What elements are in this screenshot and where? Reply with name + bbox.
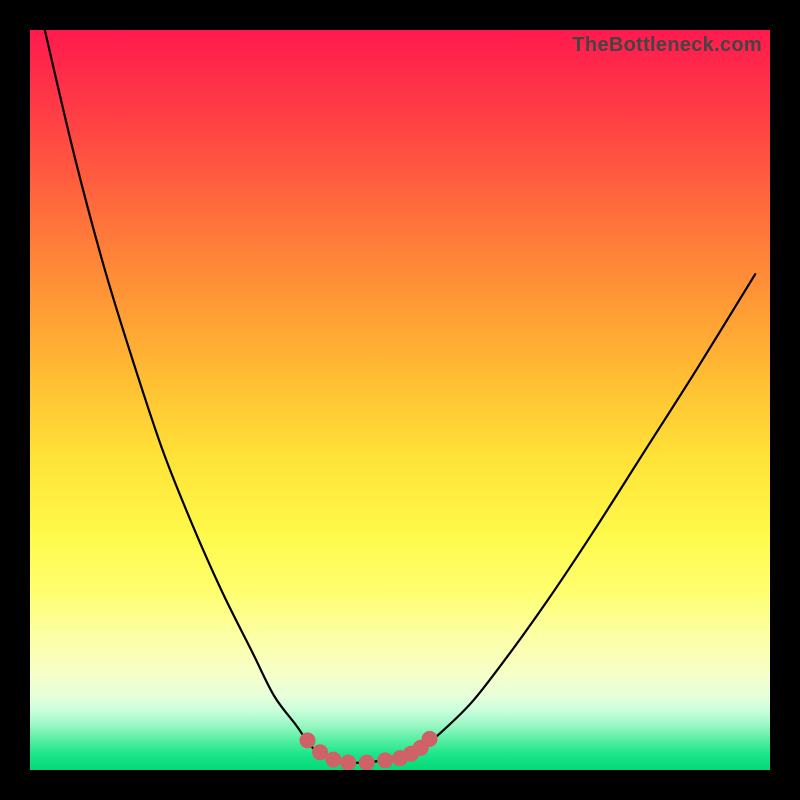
marker-point — [341, 755, 356, 770]
bottleneck-curve — [45, 30, 755, 763]
marker-point — [313, 745, 328, 760]
chart-svg — [30, 30, 770, 770]
marker-point — [300, 733, 315, 748]
marker-point — [359, 755, 374, 770]
marker-point — [378, 753, 393, 768]
chart-frame: TheBottleneck.com — [30, 30, 770, 770]
highlight-markers — [300, 731, 437, 770]
marker-point — [422, 731, 437, 746]
watermark-text: TheBottleneck.com — [572, 34, 762, 57]
marker-point — [326, 752, 341, 767]
